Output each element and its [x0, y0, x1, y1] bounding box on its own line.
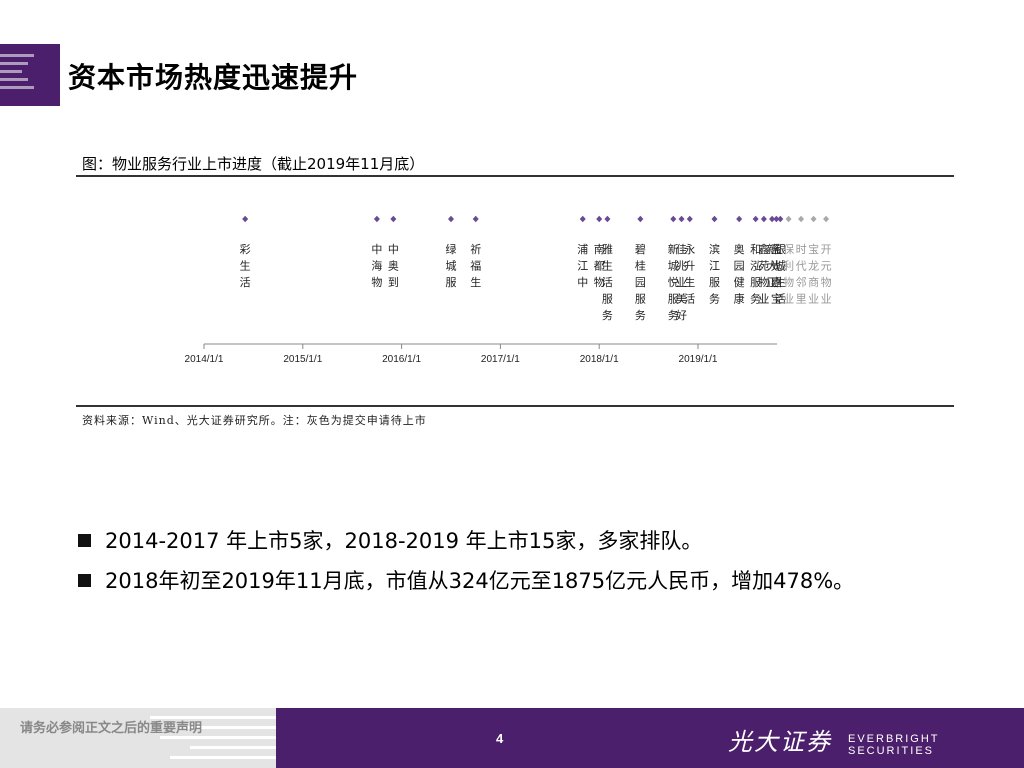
data-point-diamond — [777, 215, 784, 223]
bullet-text: 2014-2017 年上市5家，2018-2019 年上市15家，多家排队。 — [105, 529, 703, 553]
figure-bottom-rule — [76, 405, 954, 407]
bullet-item: 2018年初至2019年11月底，市值从324亿元至1875亿元人民币，增加47… — [78, 560, 854, 600]
point-label: 祈福生 — [470, 243, 481, 289]
brand-logo-cn: 光大证券 — [728, 728, 832, 756]
x-tick-label: 2016/1/1 — [382, 354, 421, 365]
data-point-diamond — [242, 215, 249, 223]
logo-stripe — [0, 54, 34, 57]
data-point-diamond — [670, 215, 677, 223]
data-point-diamond — [448, 215, 454, 223]
data-point-diamond — [579, 215, 586, 223]
x-tick-label: 2019/1/1 — [679, 354, 718, 365]
page-number: 4 — [496, 731, 504, 746]
data-point-diamond — [604, 215, 611, 223]
logo-stripe — [0, 78, 28, 81]
logo-block — [0, 44, 60, 106]
page-title: 资本市场热度迅速提升 — [68, 61, 359, 94]
bullet-text: 2018年初至2019年11月底，市值从324亿元至1875亿元人民币，增加47… — [105, 569, 855, 593]
point-label: 绿城服 — [446, 242, 457, 289]
disclaimer-text: 请务必参阅正文之后的重要声明 — [20, 721, 203, 736]
point-label: 彩生活 — [240, 243, 251, 289]
point-label: 永升生活 — [684, 242, 695, 306]
figure-caption: 图：物业服务行业上市进度（截止2019年11月底） — [82, 155, 425, 173]
point-label: 中奥到 — [388, 243, 399, 289]
square-bullet-icon — [78, 533, 91, 547]
point-label: 宝龙商业 — [808, 242, 819, 306]
point-label: 雅生活服务 — [602, 242, 613, 322]
footer-stripe — [170, 756, 276, 759]
data-point-diamond — [752, 215, 759, 223]
data-point-diamond — [711, 215, 718, 223]
footer-stripe — [190, 746, 276, 749]
ipo-timeline-chart: 2014/1/1 2015/1/1 2016/1/1 2017/1/1 2018/1/1… — [185, 215, 832, 365]
data-point-diamond — [390, 215, 397, 223]
x-tick-label: 2017/1/1 — [481, 354, 520, 365]
data-point-diamond — [798, 215, 805, 223]
bullet-item: 2014-2017 年上市5家，2018-2019 年上市15家，多家排队。 — [78, 520, 854, 560]
data-point-diamond — [678, 215, 685, 223]
data-point-diamond — [823, 215, 830, 223]
square-bullet-icon — [78, 573, 91, 587]
point-label: 滨江服务 — [709, 242, 720, 306]
logo-stripe — [0, 62, 28, 65]
point-label: 浦江中 — [577, 243, 588, 289]
point-label: 时代邻里 — [796, 243, 807, 306]
logo-stripe — [0, 86, 34, 89]
data-point-diamond — [596, 215, 603, 223]
brand-logo-en: EVERBRIGHT SECURITIES — [848, 733, 940, 757]
point-label: 奥园健康 — [734, 242, 745, 306]
x-tick-label: 2014/1/1 — [185, 354, 224, 365]
point-label: 中海物 — [371, 243, 382, 289]
data-point-diamond — [785, 215, 792, 223]
data-point-diamond — [637, 215, 644, 223]
data-point-diamond — [373, 215, 380, 223]
point-label: 碧桂园服务 — [635, 243, 646, 322]
data-point-diamond — [810, 215, 817, 223]
data-point-diamond — [736, 215, 743, 223]
data-point-diamond — [472, 215, 479, 223]
bullet-list: 2014-2017 年上市5家，2018-2019 年上市15家，多家排队。 2… — [78, 520, 854, 600]
figure-top-rule — [76, 175, 954, 177]
logo-stripe — [0, 70, 22, 73]
point-label: 开元物业 — [821, 243, 832, 306]
figure-source-note: 资料来源：Wind、光大证券研究所。注：灰色为提交申请待上市 — [82, 414, 427, 427]
x-tick-label: 2018/1/1 — [580, 354, 619, 365]
x-tick-label: 2015/1/1 — [283, 354, 322, 365]
footer-stripe — [160, 736, 276, 739]
data-point-diamond — [760, 215, 767, 223]
point-label: 保利物业 — [783, 242, 794, 306]
data-point-diamond — [686, 215, 693, 223]
data-point-diamond — [769, 215, 776, 223]
